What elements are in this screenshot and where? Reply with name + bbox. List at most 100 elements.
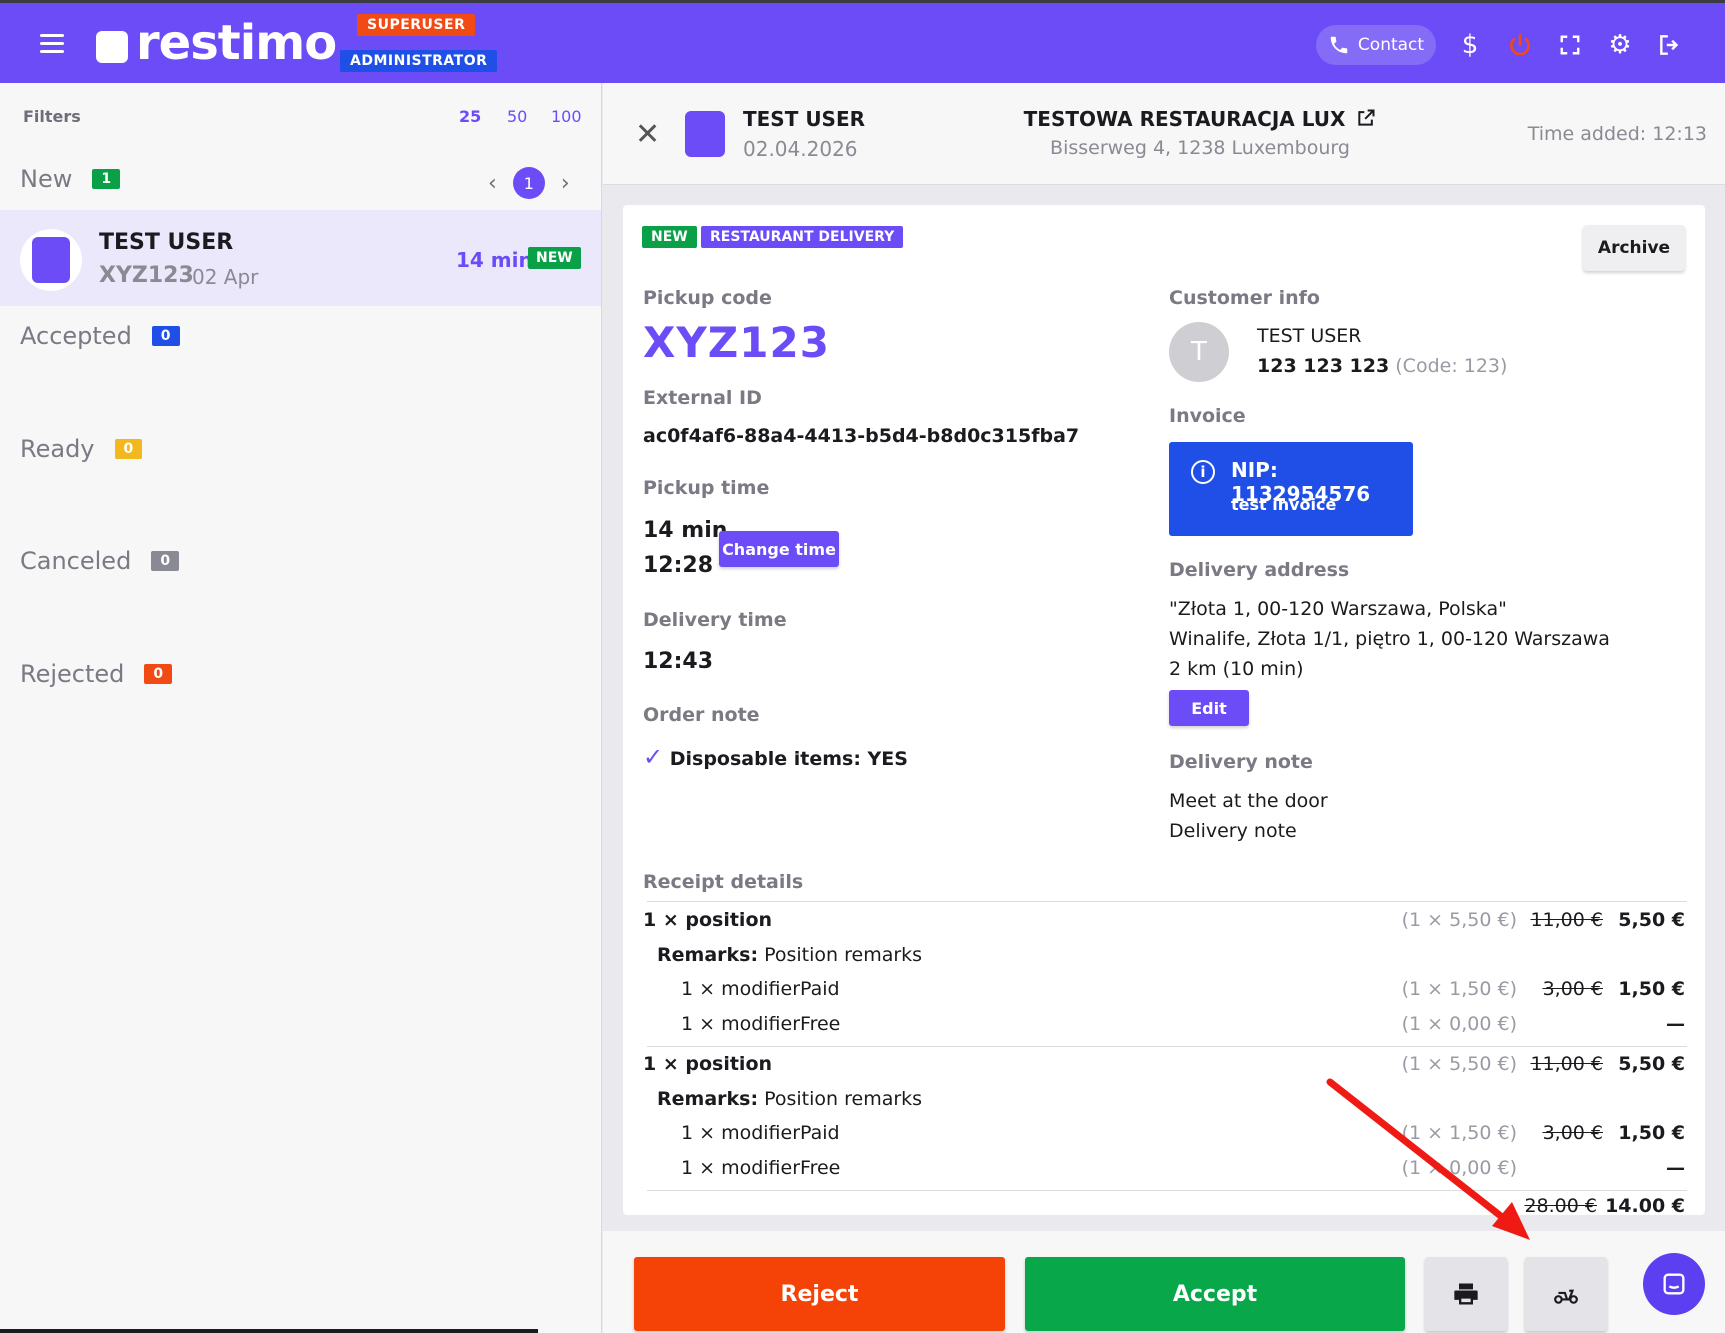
info-icon: i (1191, 460, 1215, 484)
page-size-25[interactable]: 25 (459, 107, 481, 126)
phone-icon (1330, 36, 1348, 54)
item-qty-name: 1 × modifierFree (681, 1013, 841, 1035)
remarks-line: Remarks: Position remarks (657, 1088, 922, 1110)
restaurant-name-text: TESTOWA RESTAURACJA LUX (1023, 107, 1346, 131)
filters-label[interactable]: Filters (23, 107, 81, 126)
contact-label: Contact (1357, 35, 1425, 55)
scooter-icon (1554, 1289, 1578, 1304)
menu-icon[interactable] (36, 29, 68, 59)
fullscreen-icon[interactable] (1554, 29, 1586, 61)
order-detail: ✕ TEST USER 02.04.2026 TESTOWA RESTAURAC… (603, 83, 1725, 1333)
gear-icon[interactable]: ⚙ (1604, 29, 1636, 61)
archive-button[interactable]: Archive (1583, 225, 1685, 271)
detail-customer-name: TEST USER (743, 107, 866, 131)
print-button[interactable] (1425, 1257, 1507, 1331)
total-price: 14.00 € (1605, 1195, 1685, 1215)
reject-button[interactable]: Reject (634, 1257, 1005, 1331)
orders-sidebar: Filters 25 50 100 New 1 ‹ 1 › TEST USER … (0, 83, 602, 1333)
section-label: Canceled (20, 547, 132, 575)
delivery-note-2: Delivery note (1169, 820, 1297, 842)
logo: restimo (96, 15, 337, 71)
remarks-label: Remarks: (657, 944, 759, 966)
logo-mark (96, 31, 128, 63)
order-note-text: Disposable items: YES (669, 748, 908, 770)
next-page-icon[interactable]: › (561, 171, 570, 196)
order-list-item[interactable]: TEST USER XYZ123 02 Apr 14 min NEW (0, 210, 601, 306)
prev-page-icon[interactable]: ‹ (488, 171, 497, 196)
section-accepted[interactable]: Accepted 0 (20, 322, 180, 350)
section-count: 0 (144, 664, 173, 684)
power-icon[interactable] (1504, 29, 1536, 61)
divider (647, 901, 1687, 902)
remarks-text: Position remarks (758, 944, 923, 966)
customer-info-label: Customer info (1169, 287, 1320, 309)
page-size-50[interactable]: 50 (507, 107, 527, 126)
pickup-clock: 12:28 (643, 553, 714, 578)
item-price: 5,50 € (1618, 1053, 1685, 1075)
external-link-icon[interactable] (1356, 108, 1376, 128)
type-badge: RESTAURANT DELIVERY (701, 226, 904, 248)
time-added: Time added: 12:13 (1527, 123, 1707, 145)
dollar-icon[interactable]: $ (1454, 29, 1486, 61)
invoice-note: test invoice (1231, 495, 1337, 514)
delivery-time: 12:43 (643, 649, 714, 674)
delivery-address-2: Winalife, Złota 1/1, piętro 1, 00-120 Wa… (1169, 628, 1610, 650)
pickup-code-label: Pickup code (643, 287, 772, 309)
section-label: Rejected (20, 660, 125, 688)
chat-button[interactable] (1643, 1253, 1705, 1315)
order-status-badge: NEW (528, 247, 581, 269)
bottom-edge (0, 1329, 538, 1333)
order-eta: 14 min (456, 248, 533, 272)
item-old-price: 3,00 € (1542, 978, 1603, 1000)
item-price: 1,50 € (1618, 978, 1685, 1000)
logout-icon[interactable] (1654, 29, 1686, 61)
section-label: New (20, 165, 73, 193)
annotation-arrow-icon (1326, 1078, 1530, 1240)
item-unit-price: (1 × 0,00 €) (1401, 1013, 1517, 1035)
divider (647, 1046, 1687, 1047)
delivery-courier-button[interactable] (1525, 1257, 1607, 1331)
item-qty-name: 1 × modifierPaid (681, 978, 840, 1000)
pickup-time-label: Pickup time (643, 477, 770, 499)
delivery-distance: 2 km (10 min) (1169, 658, 1304, 680)
item-price: — (1666, 1013, 1685, 1035)
order-avatar (20, 229, 82, 291)
remarks-label: Remarks: (657, 1088, 759, 1110)
order-customer-name: TEST USER (99, 230, 234, 255)
customer-initial-avatar: T (1169, 322, 1229, 382)
change-time-button[interactable]: Change time (719, 531, 839, 567)
section-new[interactable]: New 1 (20, 165, 121, 193)
delivery-address-label: Delivery address (1169, 559, 1350, 581)
detail-header: ✕ TEST USER 02.04.2026 TESTOWA RESTAURAC… (603, 83, 1725, 185)
item-qty-name: 1 × modifierPaid (681, 1122, 840, 1144)
receipt-remarks: Remarks: Position remarks (657, 944, 1699, 972)
order-panel: NEW RESTAURANT DELIVERY Archive Pickup c… (623, 205, 1705, 1215)
close-icon[interactable]: ✕ (635, 117, 660, 152)
page-size-100[interactable]: 100 (551, 107, 582, 126)
section-label: Ready (20, 435, 95, 463)
customer-code: (Code: 123) (1395, 355, 1508, 377)
item-unit-price: (1 × 5,50 €) (1401, 909, 1517, 931)
item-qty-name: 1 × position (643, 1053, 773, 1075)
section-rejected[interactable]: Rejected 0 (20, 660, 173, 688)
delivery-note-label: Delivery note (1169, 751, 1313, 773)
section-ready[interactable]: Ready 0 (20, 435, 143, 463)
status-badge: NEW (642, 226, 697, 248)
remarks-text: Position remarks (758, 1088, 923, 1110)
invoice-label: Invoice (1169, 405, 1246, 427)
restaurant-name[interactable]: TESTOWA RESTAURACJA LUX (975, 107, 1425, 131)
administrator-badge: ADMINISTRATOR (340, 50, 498, 72)
item-old-price: 3,00 € (1542, 1122, 1603, 1144)
customer-phone[interactable]: 123 123 123 (1257, 355, 1389, 377)
contact-button[interactable]: Contact (1316, 25, 1436, 65)
section-count: 0 (151, 326, 180, 346)
edit-address-button[interactable]: Edit (1169, 690, 1249, 726)
receipt-row: 1 × modifierPaid (1 × 1,50 €) 3,00 € 1,5… (643, 978, 1685, 1006)
page-number[interactable]: 1 (512, 167, 545, 199)
receipt-details-label: Receipt details (643, 871, 804, 893)
printer-icon (1454, 1283, 1478, 1305)
section-canceled[interactable]: Canceled 0 (20, 547, 180, 575)
accept-button[interactable]: Accept (1025, 1257, 1405, 1331)
top-bar: restimo SUPERUSER ADMINISTRATOR Contact … (0, 0, 1725, 83)
pickup-eta: 14 min (643, 518, 728, 543)
